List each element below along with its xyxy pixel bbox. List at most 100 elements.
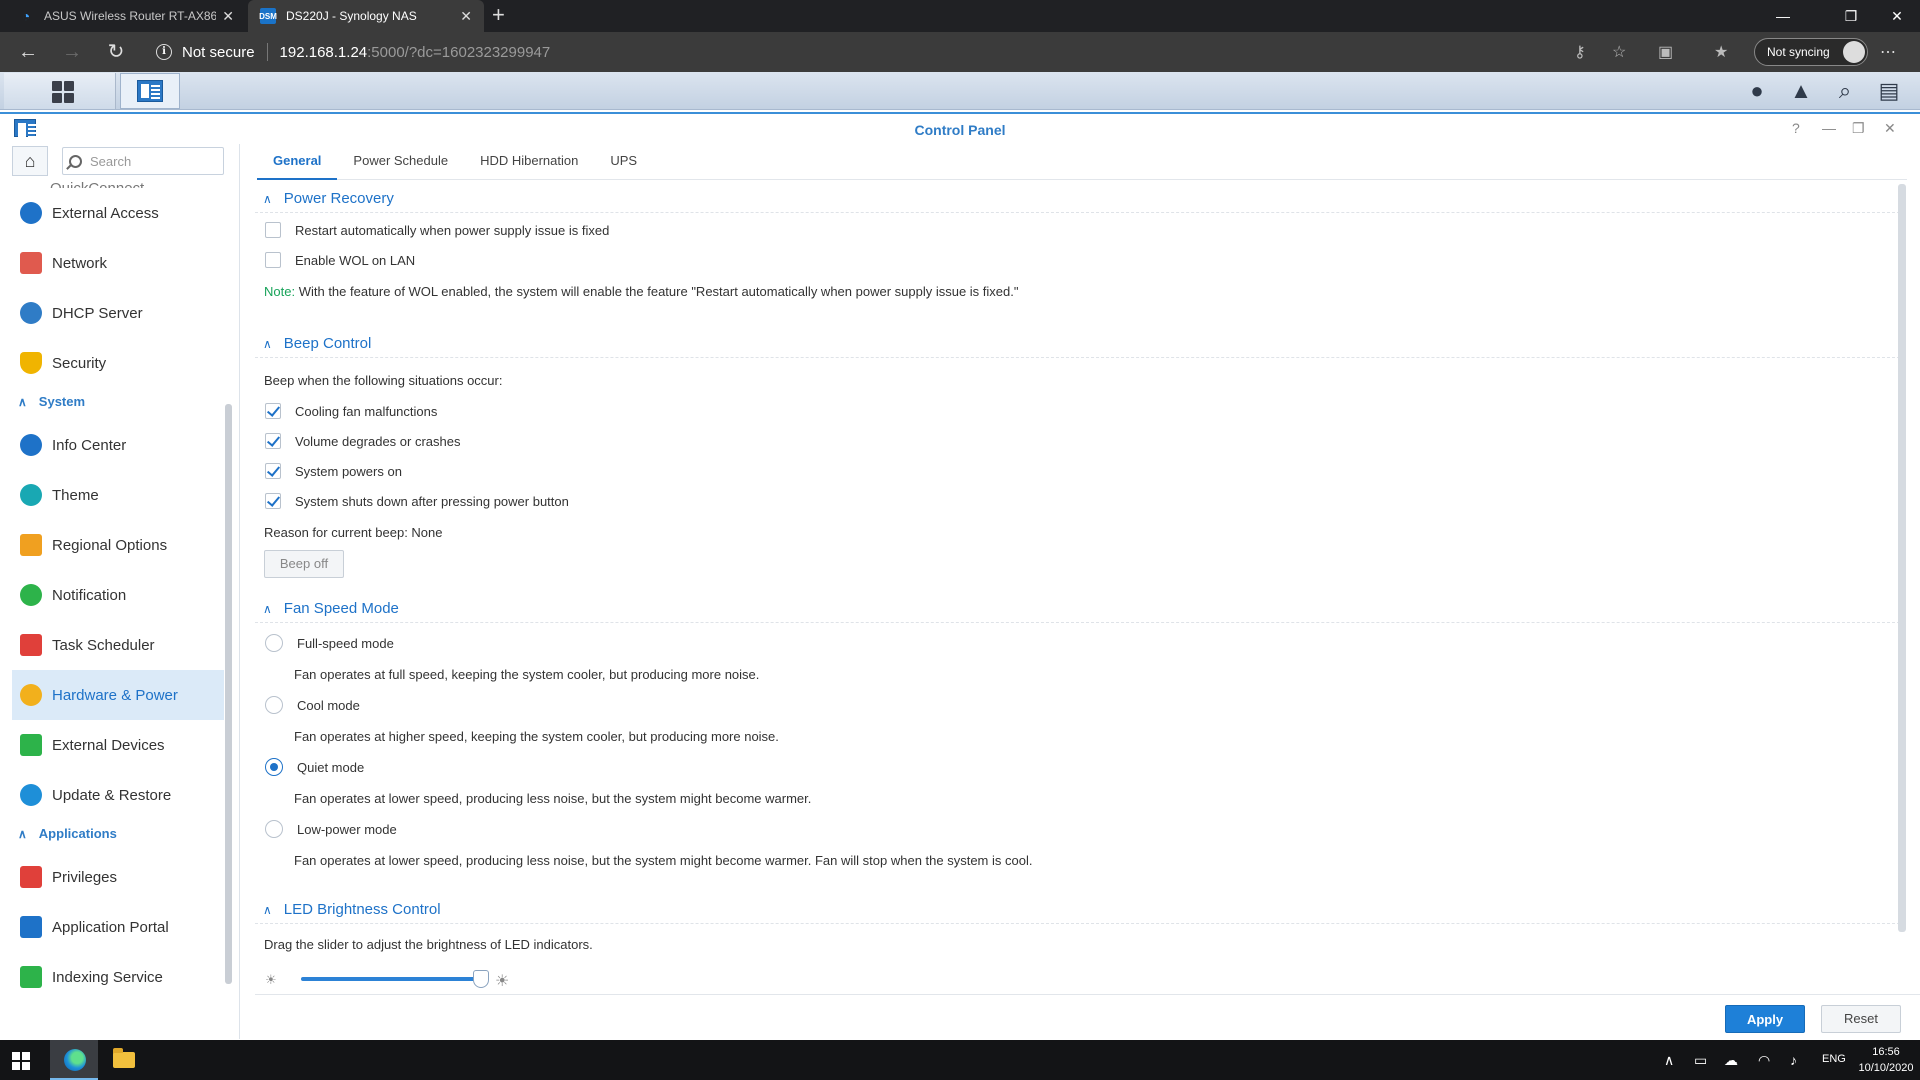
section-power-recovery[interactable]: ∧ Power Recovery xyxy=(263,190,394,207)
sidebar-item-indexing-service[interactable]: Indexing Service xyxy=(12,952,224,1002)
close-icon[interactable]: ✕ xyxy=(1884,120,1896,137)
extension-icon[interactable]: ▣ xyxy=(1658,42,1673,62)
sidebar-item-external-access[interactable]: External Access xyxy=(12,188,224,238)
url-field[interactable]: i Not secure 192.168.1.24 :5000/?dc=1602… xyxy=(156,38,1616,66)
close-window-icon[interactable]: ✕ xyxy=(1874,0,1920,32)
sidebar-item-regional-options[interactable]: Regional Options xyxy=(12,520,224,570)
tab-hdd-hibernation[interactable]: HDD Hibernation xyxy=(464,144,594,180)
sidebar-item-label: Security xyxy=(52,354,107,372)
fan-checkbox[interactable] xyxy=(265,403,281,419)
new-tab-icon[interactable]: + xyxy=(492,4,505,26)
section-applications[interactable]: ∧ Applications xyxy=(18,826,117,841)
close-icon[interactable]: ✕ xyxy=(222,8,234,25)
onedrive-icon[interactable]: ☁ xyxy=(1724,1052,1738,1069)
sidebar-item-theme[interactable]: Theme xyxy=(12,470,224,520)
forward-icon[interactable]: → xyxy=(60,40,84,64)
taskbar-file-explorer[interactable] xyxy=(100,1040,148,1080)
sidebar-item-label: Network xyxy=(52,254,108,272)
maximize-icon[interactable]: ❐ xyxy=(1852,120,1865,137)
taskbar-control-panel[interactable] xyxy=(120,73,180,109)
search-icon xyxy=(69,154,82,168)
map-clock-icon xyxy=(20,534,42,556)
slider-track[interactable] xyxy=(301,977,483,981)
beep-option-volume[interactable]: Volume degrades or crashes xyxy=(265,433,460,449)
key-icon[interactable]: ⚷ xyxy=(1574,42,1586,62)
chevron-up-icon[interactable]: ∧ xyxy=(1664,1052,1674,1069)
low-power-radio[interactable] xyxy=(265,820,283,838)
section-led-brightness[interactable]: ∧ LED Brightness Control xyxy=(263,901,441,918)
clock[interactable]: 16:56 10/10/2020 xyxy=(1858,1044,1914,1076)
close-icon[interactable]: ✕ xyxy=(460,8,472,25)
restart-checkbox[interactable] xyxy=(265,222,281,238)
help-icon[interactable]: ? xyxy=(1792,120,1800,136)
sidebar-item-security[interactable]: Security xyxy=(12,338,224,388)
sidebar-item-task-scheduler[interactable]: Task Scheduler xyxy=(12,620,224,670)
language-indicator[interactable]: ENG xyxy=(1822,1053,1846,1065)
sidebar-item-dhcp-server[interactable]: DHCP Server xyxy=(12,288,224,338)
user-icon[interactable]: ▲ xyxy=(1788,78,1814,104)
sidebar-item-application-portal[interactable]: Application Portal xyxy=(12,902,224,952)
enable-wol-option[interactable]: Enable WOL on LAN xyxy=(265,252,415,268)
browser-tab-asus[interactable]: ◔ ASUS Wireless Router RT-AX86U ✕ xyxy=(6,0,246,32)
beep-off-button[interactable]: Beep off xyxy=(264,550,344,578)
slider-thumb[interactable] xyxy=(473,970,489,988)
content-scrollbar[interactable] xyxy=(1898,184,1906,932)
star-icon[interactable]: ☆ xyxy=(1612,42,1626,62)
widgets-icon[interactable]: ▤ xyxy=(1876,78,1902,104)
section-system[interactable]: ∧ System xyxy=(18,394,85,409)
fan-mode-full-speed[interactable]: Full-speed mode xyxy=(265,634,394,652)
refresh-icon[interactable]: ↻ xyxy=(104,40,128,64)
wol-checkbox[interactable] xyxy=(265,252,281,268)
cool-radio[interactable] xyxy=(265,696,283,714)
minimize-icon[interactable]: — xyxy=(1760,0,1806,32)
sidebar-item-external-devices[interactable]: External Devices xyxy=(12,720,224,770)
main-menu-button[interactable] xyxy=(4,73,116,109)
full-speed-radio[interactable] xyxy=(265,634,283,652)
info-icon[interactable]: i xyxy=(156,44,172,60)
beep-option-fan[interactable]: Cooling fan malfunctions xyxy=(265,403,437,419)
sidebar-item-network[interactable]: Network xyxy=(12,238,224,288)
volume-checkbox[interactable] xyxy=(265,433,281,449)
sidebar-item-update-restore[interactable]: Update & Restore xyxy=(12,770,224,820)
tab-general[interactable]: General xyxy=(257,144,338,180)
tab-power-schedule[interactable]: Power Schedule xyxy=(337,144,464,180)
beep-option-powers-on[interactable]: System powers on xyxy=(265,463,402,479)
quiet-radio[interactable] xyxy=(265,758,283,776)
sidebar-scrollbar[interactable] xyxy=(225,404,232,984)
search-input[interactable]: Search xyxy=(62,147,224,175)
shutdown-checkbox[interactable] xyxy=(265,493,281,509)
browser-tab-synology[interactable]: DSM DS220J - Synology NAS ✕ xyxy=(248,0,484,32)
back-icon[interactable]: ← xyxy=(16,40,40,64)
more-icon[interactable]: ⋯ xyxy=(1880,42,1896,62)
fan-mode-low-power[interactable]: Low-power mode xyxy=(265,820,397,838)
sidebar-item-label: DHCP Server xyxy=(52,304,143,322)
beep-option-shutdown[interactable]: System shuts down after pressing power b… xyxy=(265,493,569,509)
search-icon[interactable]: ⌕ xyxy=(1832,78,1858,104)
restart-automatically-option[interactable]: Restart automatically when power supply … xyxy=(265,222,609,238)
sidebar-item-partial[interactable]: QuickConnect xyxy=(50,180,144,188)
minimize-icon[interactable]: — xyxy=(1822,120,1836,136)
fan-mode-cool[interactable]: Cool mode xyxy=(265,696,360,714)
sync-button[interactable]: Not syncing xyxy=(1754,38,1868,66)
home-icon[interactable]: ⌂ xyxy=(12,146,48,176)
windows-start-icon[interactable] xyxy=(12,1052,30,1070)
battery-icon[interactable]: ▭ xyxy=(1694,1052,1707,1069)
restore-icon[interactable]: ❐ xyxy=(1828,0,1874,32)
sidebar-item-notification[interactable]: Notification xyxy=(12,570,224,620)
sidebar-item-privileges[interactable]: Privileges xyxy=(12,852,224,902)
wifi-icon[interactable]: ◠ xyxy=(1758,1052,1770,1069)
taskbar-edge[interactable] xyxy=(50,1040,98,1080)
sidebar-item-info-center[interactable]: Info Center xyxy=(12,420,224,470)
powers-on-checkbox[interactable] xyxy=(265,463,281,479)
apply-button[interactable]: Apply xyxy=(1725,1005,1805,1033)
tab-ups[interactable]: UPS xyxy=(594,144,653,180)
chat-icon[interactable]: ● xyxy=(1744,78,1770,104)
section-fan-speed-mode[interactable]: ∧ Fan Speed Mode xyxy=(263,600,399,617)
fan-mode-quiet[interactable]: Quiet mode xyxy=(265,758,364,776)
led-brightness-slider[interactable]: ☀ ☀ xyxy=(265,966,525,992)
reset-button[interactable]: Reset xyxy=(1821,1005,1901,1033)
favorites-icon[interactable]: ★ xyxy=(1714,42,1728,62)
sidebar-item-hardware-power[interactable]: Hardware & Power xyxy=(12,670,224,720)
section-beep-control[interactable]: ∧ Beep Control xyxy=(263,335,371,352)
volume-icon[interactable]: ♪ xyxy=(1790,1052,1797,1068)
